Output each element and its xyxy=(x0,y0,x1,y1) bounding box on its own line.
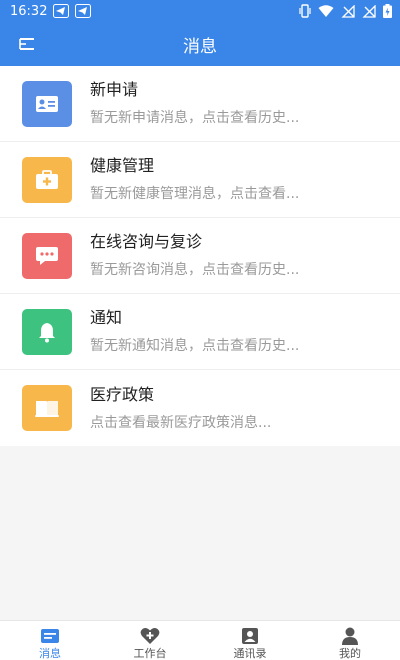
nav-tab-contacts[interactable]: 通讯录 xyxy=(200,621,300,660)
message-category-list: 新申请 暂无新申请消息，点击查看历史... 健康管理 暂无新健康管理消息，点击查… xyxy=(0,66,400,446)
message-row-subtitle: 暂无新健康管理消息，点击查看... xyxy=(90,186,300,202)
message-icon xyxy=(41,629,59,643)
message-row-title: 在线咨询与复诊 xyxy=(90,232,203,251)
wifi-icon xyxy=(318,4,334,17)
page-title: 消息 xyxy=(183,36,217,57)
message-row-title: 健康管理 xyxy=(90,156,155,175)
menu-icon xyxy=(19,38,34,50)
status-time: 16:32 xyxy=(10,3,48,19)
nav-tab-profile[interactable]: 我的 xyxy=(300,621,400,660)
chat-bubble-icon xyxy=(22,232,72,279)
battery-charging-icon xyxy=(383,4,392,18)
menu-button[interactable] xyxy=(16,35,38,53)
book-icon xyxy=(22,385,72,431)
nav-label: 工作台 xyxy=(133,647,167,660)
message-row-subtitle: 暂无新申请消息，点击查看历史... xyxy=(90,110,300,126)
title-bar: 消息 xyxy=(0,22,400,66)
no-signal-icon xyxy=(341,4,355,18)
profile-icon xyxy=(342,627,358,645)
no-signal-icon xyxy=(362,4,376,18)
status-bar: 16:32 xyxy=(0,0,400,22)
telegram-notification-icon xyxy=(75,4,92,18)
message-row-notification[interactable]: 通知 暂无新通知消息，点击查看历史... xyxy=(0,294,400,370)
telegram-notification-icon xyxy=(53,4,70,18)
message-row-online-consultation[interactable]: 在线咨询与复诊 暂无新咨询消息，点击查看历史... xyxy=(0,218,400,294)
bell-icon xyxy=(22,308,72,355)
message-row-new-application[interactable]: 新申请 暂无新申请消息，点击查看历史... xyxy=(0,66,400,142)
bottom-nav: 消息 工作台 通讯录 我的 xyxy=(0,620,400,660)
app-header: 16:32 消息 xyxy=(0,0,400,66)
message-row-title: 通知 xyxy=(90,308,123,327)
nav-label: 我的 xyxy=(339,647,361,660)
workbench-icon xyxy=(140,628,160,644)
message-row-medical-policy[interactable]: 医疗政策 点击查看最新医疗政策消息... xyxy=(0,370,400,446)
id-card-icon xyxy=(22,80,72,127)
message-row-title: 医疗政策 xyxy=(90,384,155,404)
message-row-subtitle: 暂无新咨询消息，点击查看历史... xyxy=(90,262,300,278)
medical-kit-icon xyxy=(22,156,72,203)
nav-tab-workbench[interactable]: 工作台 xyxy=(100,621,200,660)
nav-label: 通讯录 xyxy=(233,647,267,660)
nav-label: 消息 xyxy=(39,647,61,660)
message-row-title: 新申请 xyxy=(90,80,139,99)
contacts-icon xyxy=(242,628,258,644)
nav-tab-messages[interactable]: 消息 xyxy=(0,621,100,660)
message-row-subtitle: 点击查看最新医疗政策消息... xyxy=(90,414,272,431)
message-row-subtitle: 暂无新通知消息，点击查看历史... xyxy=(90,338,300,354)
vibrate-icon xyxy=(299,4,311,18)
message-row-health-management[interactable]: 健康管理 暂无新健康管理消息，点击查看... xyxy=(0,142,400,218)
